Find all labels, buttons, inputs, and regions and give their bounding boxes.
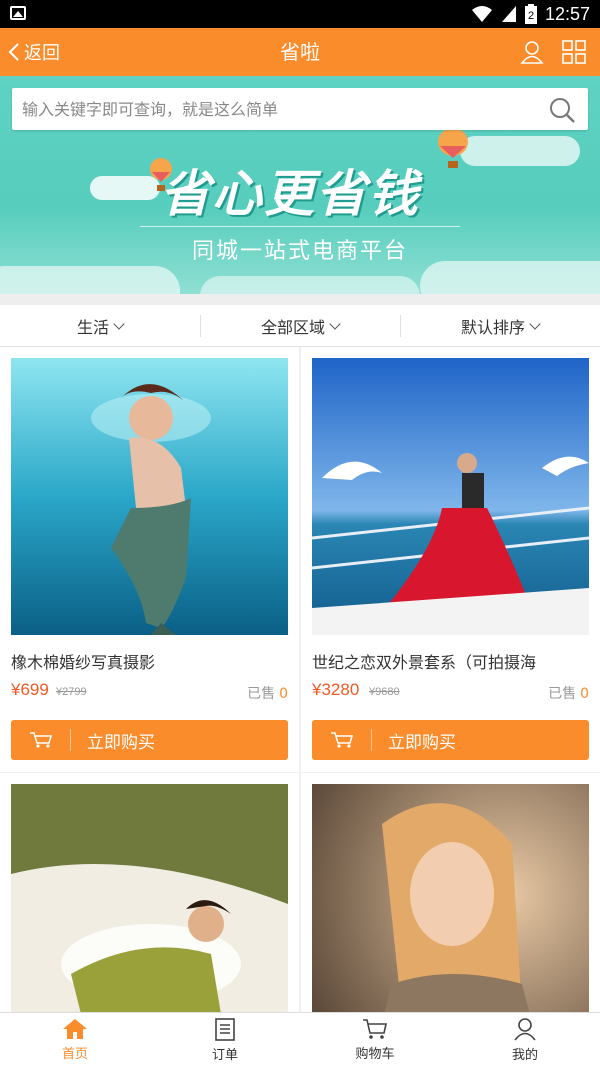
cart-icon bbox=[363, 1019, 387, 1039]
product-original-price: ¥9680 bbox=[369, 686, 400, 698]
order-icon bbox=[215, 1018, 235, 1041]
nav-label: 我的 bbox=[511, 1048, 538, 1063]
battery-icon: 2 bbox=[524, 4, 537, 24]
user-icon[interactable] bbox=[520, 40, 544, 64]
back-button[interactable]: 返回 bbox=[8, 28, 60, 76]
nav-label: 订单 bbox=[211, 1048, 238, 1063]
sold-label: 已售 bbox=[548, 686, 577, 702]
product-name: 橡木棉婚纱写真摄影 bbox=[11, 653, 156, 672]
buy-now-label: 立即购买 bbox=[388, 732, 456, 753]
product-image[interactable] bbox=[312, 358, 589, 635]
bottom-nav: 首页 订单 购物车 我的 bbox=[0, 1012, 600, 1067]
buy-now-button[interactable]: 立即购买 bbox=[11, 720, 288, 760]
cart-icon bbox=[312, 729, 372, 751]
product-card[interactable] bbox=[0, 773, 299, 1012]
sold-count: 已售 0 bbox=[548, 683, 589, 703]
wifi-icon bbox=[471, 6, 492, 22]
chevron-left-icon bbox=[8, 43, 19, 61]
search-icon[interactable] bbox=[548, 96, 576, 124]
svg-text:2: 2 bbox=[528, 10, 534, 22]
product-price: ¥699 bbox=[11, 680, 49, 699]
status-bar: 2 12:57 bbox=[0, 0, 600, 28]
nav-cart[interactable]: 购物车 bbox=[300, 1013, 450, 1067]
filter-label: 生活 bbox=[76, 317, 109, 337]
sold-label: 已售 bbox=[247, 686, 276, 702]
grid-menu-icon[interactable] bbox=[562, 40, 586, 64]
product-image[interactable] bbox=[11, 358, 288, 635]
chevron-down-icon bbox=[329, 317, 341, 330]
promo-banner[interactable]: 省心更省钱 同城一站式电商平台 bbox=[0, 76, 600, 294]
filter-label: 全部区域 bbox=[260, 317, 325, 337]
nav-label: 首页 bbox=[61, 1047, 88, 1062]
product-price: ¥3280 bbox=[312, 680, 360, 699]
nav-label: 购物车 bbox=[355, 1047, 395, 1062]
product-image[interactable] bbox=[312, 784, 589, 1012]
page-title: 省啦 bbox=[280, 40, 320, 64]
cart-icon bbox=[11, 729, 71, 751]
sold-number: 0 bbox=[279, 686, 288, 702]
clock: 12:57 bbox=[544, 3, 590, 24]
product-card[interactable] bbox=[301, 773, 600, 1012]
sold-count: 已售 0 bbox=[247, 683, 288, 703]
signal-icon bbox=[501, 6, 516, 22]
search-bar bbox=[12, 88, 588, 130]
gallery-notification-icon bbox=[10, 6, 26, 20]
chevron-down-icon bbox=[113, 317, 125, 330]
filter-bar: 生活 全部区域 默认排序 bbox=[0, 305, 600, 347]
filter-region[interactable]: 全部区域 bbox=[200, 305, 400, 346]
search-input[interactable] bbox=[22, 88, 542, 130]
back-label: 返回 bbox=[24, 43, 60, 64]
buy-now-button[interactable]: 立即购买 bbox=[312, 720, 589, 760]
product-grid: 橡木棉婚纱写真摄影 ¥699 ¥2799 已售 0 立即购买 世纪之恋双外景套系… bbox=[0, 347, 600, 1012]
filter-category[interactable]: 生活 bbox=[0, 305, 200, 346]
nav-mine[interactable]: 我的 bbox=[450, 1013, 600, 1067]
sold-number: 0 bbox=[580, 686, 589, 702]
product-image[interactable] bbox=[11, 784, 288, 1012]
product-name: 世纪之恋双外景套系（可拍摄海 bbox=[312, 653, 537, 672]
banner-slogan: 省心更省钱 bbox=[160, 165, 420, 223]
chevron-down-icon bbox=[529, 317, 541, 330]
hot-air-balloon-icon bbox=[438, 128, 468, 168]
app-header: 返回 省啦 bbox=[0, 28, 600, 76]
nav-orders[interactable]: 订单 bbox=[150, 1013, 300, 1067]
banner-subtitle: 同城一站式电商平台 bbox=[140, 226, 460, 265]
filter-label: 默认排序 bbox=[460, 317, 525, 337]
product-original-price: ¥2799 bbox=[56, 686, 87, 698]
buy-now-label: 立即购买 bbox=[87, 732, 155, 753]
nav-home[interactable]: 首页 bbox=[0, 1013, 150, 1067]
product-card[interactable]: 世纪之恋双外景套系（可拍摄海 ¥3280 ¥9680 已售 0 立即购买 bbox=[301, 347, 600, 772]
home-icon bbox=[63, 1019, 87, 1039]
product-card[interactable]: 橡木棉婚纱写真摄影 ¥699 ¥2799 已售 0 立即购买 bbox=[0, 347, 299, 772]
filter-sort[interactable]: 默认排序 bbox=[400, 305, 600, 346]
user-icon bbox=[514, 1018, 536, 1041]
